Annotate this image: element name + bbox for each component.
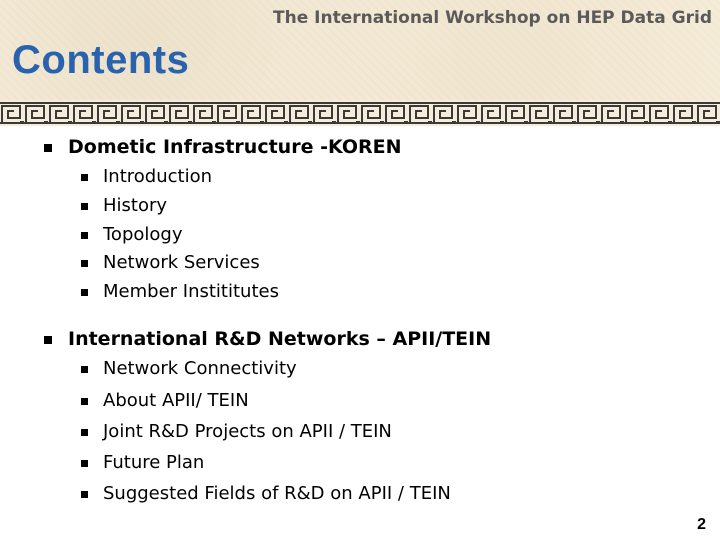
list-item: Future Plan <box>81 452 204 473</box>
greek-key-border <box>0 100 720 126</box>
list-item: Network Connectivity <box>81 358 297 379</box>
list-item: Member Instititutes <box>81 281 279 302</box>
section-heading-text: Dometic Infrastructure -KOREN <box>68 136 402 158</box>
square-bullet-icon <box>81 203 88 210</box>
square-bullet-icon <box>81 460 88 467</box>
list-item: About APII/ TEIN <box>81 390 249 411</box>
square-bullet-icon <box>44 144 52 152</box>
square-bullet-icon <box>81 398 88 405</box>
square-bullet-icon <box>81 491 88 498</box>
page-number: 2 <box>697 516 706 533</box>
list-item: Suggested Fields of R&D on APII / TEIN <box>81 483 451 504</box>
square-bullet-icon <box>81 429 88 436</box>
slide: The International Workshop on HEP Data G… <box>0 0 720 540</box>
square-bullet-icon <box>81 232 88 239</box>
list-item: Topology <box>81 224 182 245</box>
square-bullet-icon <box>81 289 88 296</box>
list-item: Network Services <box>81 252 260 273</box>
list-item: Introduction <box>81 166 212 187</box>
square-bullet-icon <box>81 174 88 181</box>
slide-header: The International Workshop on HEP Data G… <box>0 0 720 100</box>
list-item: History <box>81 195 167 216</box>
square-bullet-icon <box>81 366 88 373</box>
square-bullet-icon <box>81 260 88 267</box>
square-bullet-icon <box>44 336 52 344</box>
slide-title: Contents <box>12 38 190 82</box>
list-item: Joint R&D Projects on APII / TEIN <box>81 421 392 442</box>
workshop-title: The International Workshop on HEP Data G… <box>273 8 712 28</box>
section-heading: Dometic Infrastructure -KOREN <box>44 136 402 158</box>
section-heading: International R&D Networks – APII/TEIN <box>44 328 492 350</box>
section-heading-text: International R&D Networks – APII/TEIN <box>68 328 492 350</box>
